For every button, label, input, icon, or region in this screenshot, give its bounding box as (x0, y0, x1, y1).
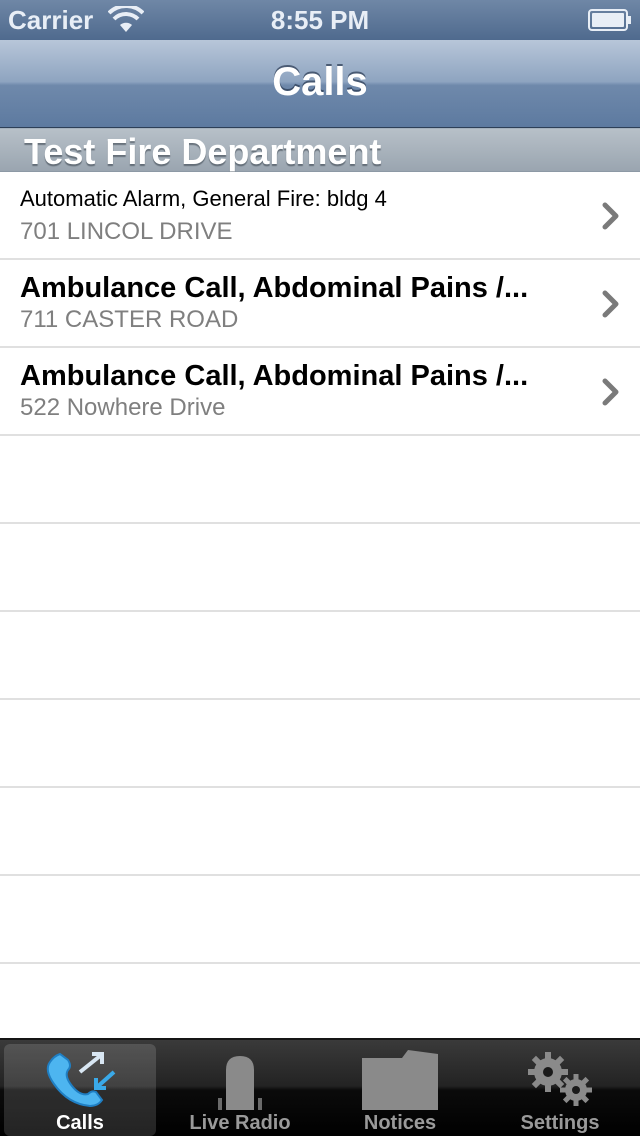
radio-icon (218, 1056, 262, 1110)
tab-label: Calls (56, 1112, 104, 1134)
call-title: Ambulance Call, Abdominal Pains /... (20, 272, 529, 304)
empty-row (0, 524, 640, 612)
tab-notices[interactable]: Notices (324, 1044, 476, 1136)
call-address: 522 Nowhere Drive (20, 394, 226, 421)
section-header: Test Fire Department (0, 128, 640, 172)
tab-calls[interactable]: Calls (4, 1044, 156, 1136)
navigation-bar: Calls (0, 40, 640, 128)
tab-label: Settings (520, 1112, 600, 1134)
tab-live-radio[interactable]: Live Radio (164, 1044, 316, 1136)
empty-row (0, 612, 640, 700)
status-time: 8:55 PM (270, 5, 370, 35)
empty-row (0, 788, 640, 876)
section-title: Test Fire Department (24, 131, 382, 172)
status-bar: Carrier 8:55 PM (0, 0, 640, 40)
call-row[interactable]: Ambulance Call, Abdominal Pains /... 522… (0, 348, 640, 436)
tab-bar: Calls Live Radio Notices Settings (0, 1038, 640, 1136)
notices-icon (362, 1050, 438, 1110)
chevron-right-icon (602, 290, 619, 318)
page-title: Calls (272, 60, 368, 104)
phone-icon (46, 1052, 116, 1108)
chevron-right-icon (602, 202, 619, 230)
battery-icon (588, 9, 631, 31)
calls-list: Automatic Alarm, General Fire: bldg 4 70… (0, 172, 640, 1052)
tab-label: Notices (363, 1112, 437, 1134)
call-address: 701 LINCOL DRIVE (20, 218, 233, 245)
empty-row (0, 700, 640, 788)
empty-row (0, 436, 640, 524)
call-row[interactable]: Ambulance Call, Abdominal Pains /... 711… (0, 260, 640, 348)
call-row[interactable]: Automatic Alarm, General Fire: bldg 4 70… (0, 172, 640, 260)
tab-settings[interactable]: Settings (484, 1044, 636, 1136)
tab-label: Live Radio (189, 1112, 291, 1134)
call-title: Automatic Alarm, General Fire: bldg 4 (20, 186, 387, 211)
call-title: Ambulance Call, Abdominal Pains /... (20, 360, 529, 392)
empty-row (0, 876, 640, 964)
chevron-right-icon (602, 378, 619, 406)
gear-icon (528, 1052, 592, 1106)
call-address: 711 CASTER ROAD (20, 306, 239, 333)
